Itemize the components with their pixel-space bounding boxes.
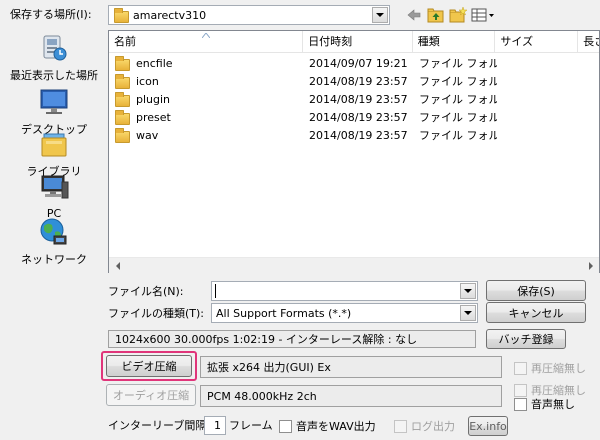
folder-icon [115,73,130,89]
column-header-date[interactable]: 日付時刻 [303,31,413,53]
file-name: icon [136,74,159,88]
audio-codec-display: PCM 48.000kHz 2ch [200,385,502,407]
file-name: wav [136,128,159,142]
column-header-label: 名前 [114,35,136,48]
interleave-input[interactable]: 1 [204,416,226,435]
libraries-icon [38,128,70,160]
list-item[interactable]: preset 2014/08/19 23:57 ファイル フォル... [109,108,599,126]
file-date: 2014/08/19 23:57 [309,74,408,88]
checkbox-box [514,361,527,375]
list-item[interactable]: icon 2014/08/19 23:57 ファイル フォル... [109,72,599,90]
file-rows: encfile 2014/09/07 19:21 ファイル フォル... ico… [109,53,599,257]
file-date: 2014/08/19 23:57 [309,128,408,142]
log-output-checkbox[interactable]: ログ出力 [394,418,455,434]
horizontal-scrollbar[interactable] [109,257,599,274]
file-name: encfile [136,56,173,70]
recent-places-icon [38,32,70,64]
save-button[interactable]: 保存(S) [486,280,586,301]
video-codec-display: 拡張 x264 出力(GUI) Ex [200,356,502,378]
list-item[interactable]: plugin 2014/08/19 23:57 ファイル フォル... [109,90,599,108]
checkbox-box [514,397,527,411]
batch-register-button[interactable]: バッチ登録 [486,329,566,349]
interleave-label: インターリーブ間隔 : [108,419,214,432]
list-item[interactable]: wav 2014/08/19 23:57 ファイル フォル... [109,126,599,144]
column-header-row: 名前 日付時刻 種類 サイズ 長さ [109,31,599,53]
file-date: 2014/08/19 23:57 [309,110,408,124]
column-header-length[interactable]: 長さ [578,31,599,53]
file-type: ファイル フォル... [419,57,497,70]
filetype-select[interactable]: All Support Formats (*.*) [211,303,478,323]
place-label: ネットワーク [21,253,87,266]
view-menu-icon[interactable] [470,6,496,24]
cancel-button[interactable]: キャンセル [486,302,586,323]
column-header-label: 長さ [583,35,599,48]
back-arrow-icon[interactable] [404,6,424,24]
folder-icon [115,109,130,125]
file-date: 2014/09/07 19:21 [309,56,408,70]
save-location-value: amarectv310 [133,8,207,22]
filename-label: ファイル名(N): [108,285,184,298]
file-date: 2014/08/19 23:57 [309,92,408,106]
checkbox-label: 音声無し [531,398,575,411]
new-folder-icon[interactable] [448,6,468,24]
place-recent[interactable]: 最近表示した場所 [6,32,102,83]
checkbox-box [514,383,527,397]
column-header-size[interactable]: サイズ [495,31,579,53]
filename-combo[interactable] [211,281,478,301]
filetype-value: All Support Formats (*.*) [216,306,352,320]
place-network[interactable]: ネットワーク [6,216,102,267]
filetype-label: ファイルの種類(T): [108,307,205,320]
folder-icon [115,91,130,107]
up-folder-icon[interactable] [426,6,446,24]
checkbox-box [394,419,407,433]
column-header-label: 種類 [417,35,440,48]
folder-icon [115,55,130,71]
computer-icon [38,172,70,204]
chevron-down-icon[interactable] [460,283,476,299]
file-type: ファイル フォル... [419,129,497,142]
file-list[interactable]: 名前 日付時刻 種類 サイズ 長さ encfile 2014/09/07 19:… [108,30,600,274]
video-info-line: 1024x600 30.000fps 1:02:19 - インターレース解除 :… [108,330,476,348]
video-recompress-none-checkbox[interactable]: 再圧縮無し [514,360,586,376]
sort-ascending-icon [202,33,210,38]
column-header-label: サイズ [500,35,534,48]
file-name: plugin [136,92,171,106]
checkbox-box [279,419,292,433]
file-name: preset [136,110,171,124]
desktop-icon [38,86,70,118]
column-header-label: 日付時刻 [308,35,353,48]
column-header-type[interactable]: 種類 [413,31,496,53]
save-location-combo[interactable]: amarectv310 [108,5,390,25]
wav-output-checkbox[interactable]: 音声をWAV出力 [279,418,376,434]
file-type: ファイル フォル... [419,93,497,106]
folder-icon [115,127,130,143]
file-type: ファイル フォル... [419,111,497,124]
checkbox-label: ログ出力 [411,420,455,433]
chevron-down-icon[interactable] [460,305,476,321]
save-location-label: 保存する場所(I): [10,8,92,21]
list-item[interactable]: encfile 2014/09/07 19:21 ファイル フォル... [109,54,599,72]
chevron-down-icon[interactable] [372,7,388,23]
checkbox-label: 音声をWAV出力 [296,420,376,433]
scroll-right-icon[interactable] [582,258,599,275]
interleave-unit: フレーム [229,419,273,432]
place-pc[interactable]: PC [6,172,102,220]
ex-info-button[interactable]: Ex.info [468,416,508,436]
filename-input[interactable] [215,284,460,298]
audio-compress-button[interactable]: オーディオ圧縮 [106,384,196,406]
folder-icon [114,7,129,23]
place-label: 最近表示した場所 [10,69,98,82]
network-icon [38,216,70,248]
video-compress-button[interactable]: ビデオ圧縮 [106,355,192,377]
no-audio-checkbox[interactable]: 音声無し [514,396,575,412]
checkbox-label: 再圧縮無し [531,362,586,375]
scroll-left-icon[interactable] [109,258,126,275]
file-type: ファイル フォル... [419,75,497,88]
